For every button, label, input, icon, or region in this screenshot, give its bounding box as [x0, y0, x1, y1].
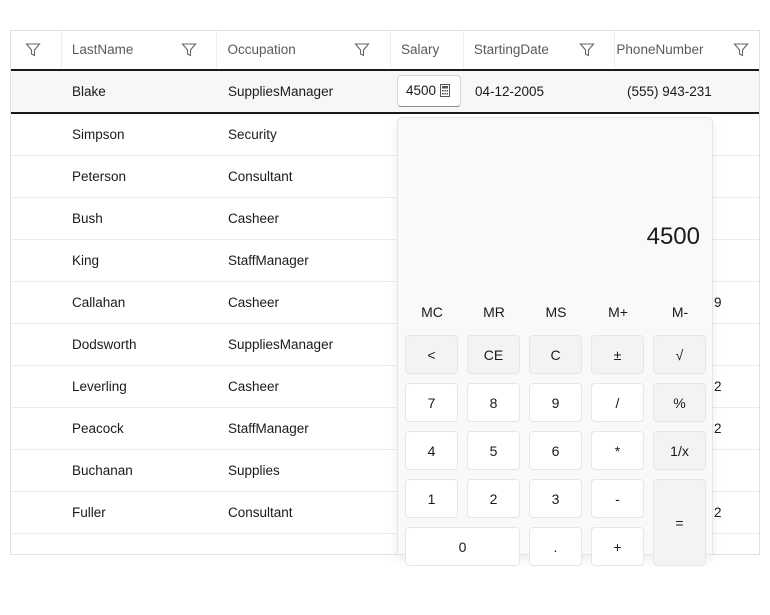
cell-occupation: Consultant [228, 169, 293, 184]
filter-icon[interactable] [25, 42, 41, 58]
key-6[interactable]: 6 [529, 431, 582, 470]
cell-phonenumber: 2 [714, 379, 722, 394]
calculator-display: 4500 [646, 223, 700, 250]
key-5[interactable]: 5 [467, 431, 520, 470]
key-negate[interactable]: ± [591, 335, 644, 374]
calculator-popup: 4500 MC MR MS M+ M- < CE C ± √ 7 8 9/% 4 5 6 * 1/x 1 2 3- = 0… [397, 117, 713, 566]
key-clear-entry[interactable]: CE [467, 335, 520, 374]
cell-occupation: SuppliesManager [228, 337, 334, 352]
key-decimal[interactable]: . [529, 527, 582, 566]
key-percent[interactable]: % [653, 383, 706, 422]
calculator-icon[interactable] [440, 84, 450, 97]
memory-button-mminus[interactable]: M- [649, 304, 711, 320]
key-4[interactable]: 4 [405, 431, 458, 470]
header-cell-startingdate[interactable]: StartingDate [464, 31, 616, 69]
header-cell-occupation[interactable]: Occupation [217, 31, 391, 69]
filter-icon[interactable] [733, 42, 750, 58]
cell-phonenumber: 2 [714, 505, 722, 520]
key-sqrt[interactable]: √ [653, 335, 706, 374]
key-clear[interactable]: C [529, 335, 582, 374]
cell-startingdate: 04-12-2005 [475, 84, 545, 99]
cell-occupation: Consultant [228, 505, 293, 520]
key-0[interactable]: 0 [405, 527, 520, 566]
key-3[interactable]: 3 [529, 479, 582, 518]
memory-button-ms[interactable]: MS [525, 304, 587, 320]
key-9[interactable]: 9 [529, 383, 582, 422]
key-equals[interactable]: = [653, 479, 706, 566]
header-cell-lastname[interactable]: LastName [62, 31, 218, 69]
filter-icon[interactable] [354, 42, 371, 58]
cell-occupation: Security [228, 127, 277, 142]
salary-editor[interactable]: 4500 [397, 75, 461, 107]
cell-occupation: Casheer [228, 295, 280, 310]
key-subtract[interactable]: - [591, 479, 644, 518]
cell-lastname: Peacock [72, 421, 124, 436]
key-2[interactable]: 2 [467, 479, 520, 518]
cell-phonenumber: 9 [714, 295, 722, 310]
cell-lastname: King [72, 253, 100, 268]
header-cell-phonenumber[interactable]: PhoneNumber [615, 31, 759, 69]
memory-button-mplus[interactable]: M+ [587, 304, 649, 320]
cell-lastname: Dodsworth [72, 337, 137, 352]
key-8[interactable]: 8 [467, 383, 520, 422]
key-divide[interactable]: / [591, 383, 644, 422]
table-row-selected[interactable]: Blake SuppliesManager 4500 04-12-2005 (5… [11, 71, 759, 114]
filter-icon[interactable] [181, 42, 197, 58]
header-cell-rowselector[interactable] [11, 31, 62, 69]
key-backspace[interactable]: < [405, 335, 458, 374]
grid-header: LastName Occupation Salary StartingDate … [11, 31, 759, 71]
cell-lastname: Callahan [72, 295, 126, 310]
cell-lastname: Buchanan [72, 463, 133, 478]
cell-occupation: SuppliesManager [228, 84, 334, 99]
key-1[interactable]: 1 [405, 479, 458, 518]
cell-occupation: StaffManager [228, 253, 309, 268]
memory-button-mr[interactable]: MR [463, 304, 525, 320]
cell-occupation: Casheer [228, 211, 280, 226]
header-cell-salary[interactable]: Salary [391, 31, 464, 69]
cell-lastname: Bush [72, 211, 103, 226]
cell-lastname: Blake [72, 84, 106, 99]
cell-occupation: Casheer [228, 379, 280, 394]
key-reciprocal[interactable]: 1/x [653, 431, 706, 470]
key-7[interactable]: 7 [405, 383, 458, 422]
cell-lastname: Simpson [72, 127, 125, 142]
key-multiply[interactable]: * [591, 431, 644, 470]
cell-lastname: Leverling [72, 379, 127, 394]
memory-button-mc[interactable]: MC [401, 304, 463, 320]
filter-icon[interactable] [579, 42, 595, 58]
cell-lastname: Peterson [72, 169, 127, 184]
cell-occupation: Supplies [228, 463, 280, 478]
cell-phonenumber: (555) 943-231 [627, 84, 712, 99]
cell-lastname: Fuller [72, 505, 106, 520]
cell-phonenumber: 2 [714, 421, 722, 436]
key-add[interactable]: + [591, 527, 644, 566]
cell-occupation: StaffManager [228, 421, 309, 436]
